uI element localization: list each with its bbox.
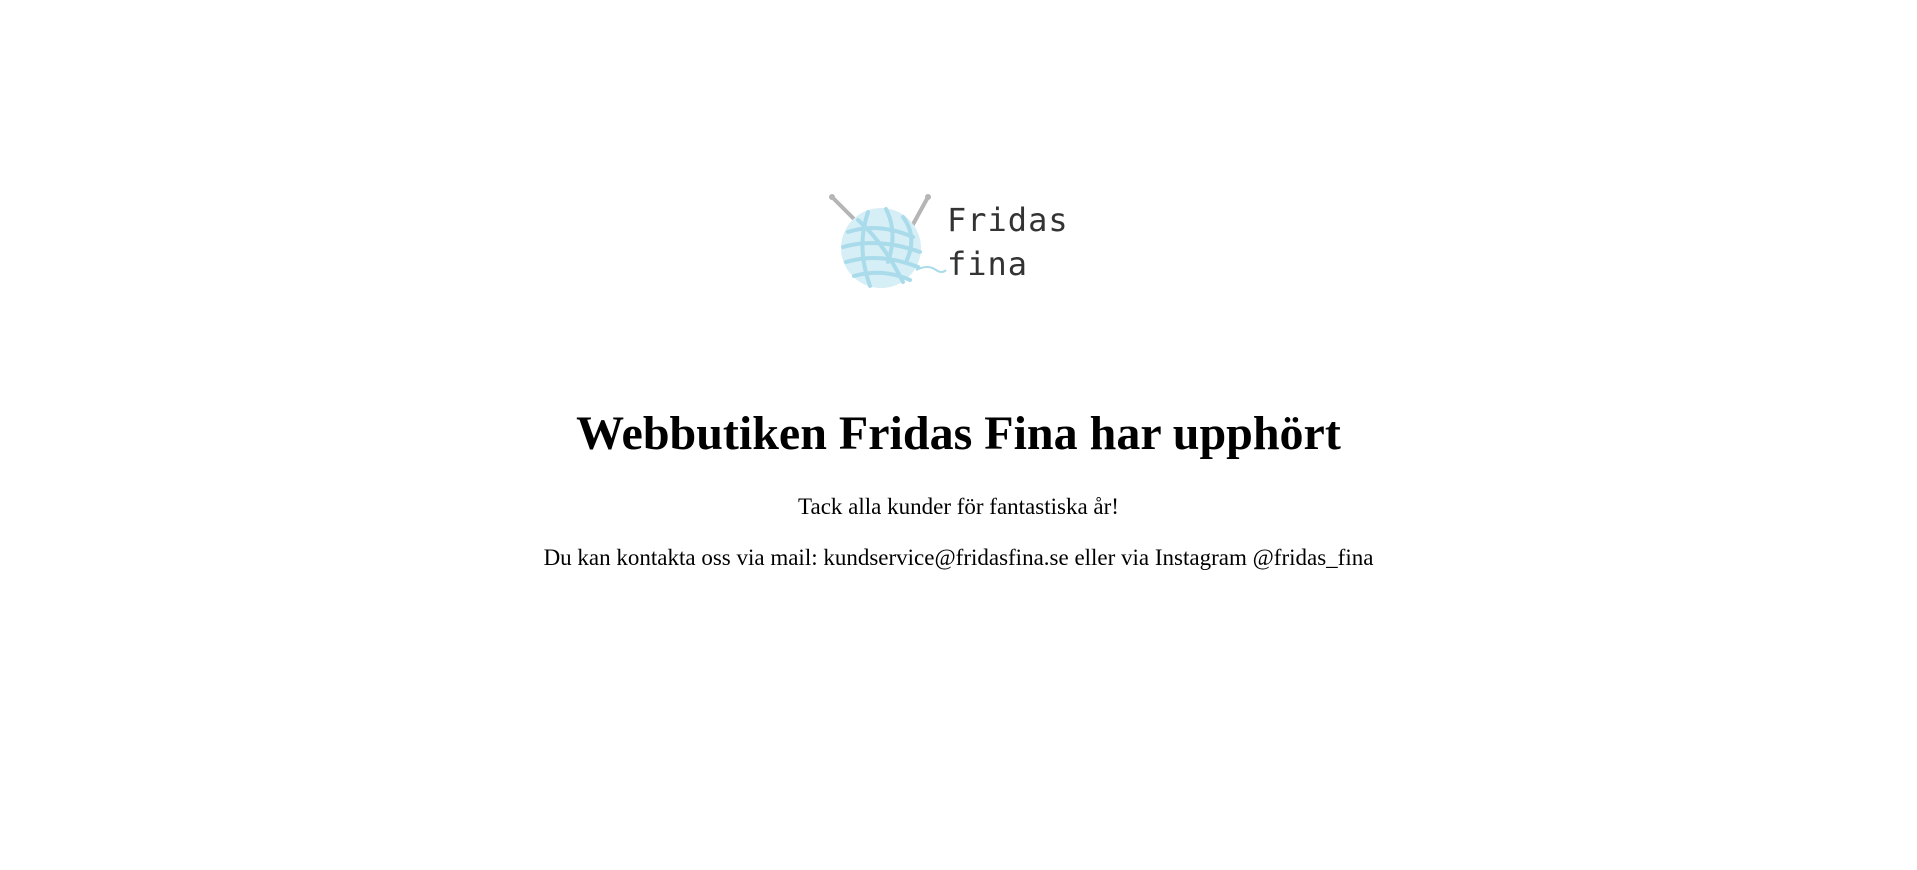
page-title: Webbutiken Fridas Fina har upphört (576, 407, 1341, 460)
logo-line-1: Fridas (947, 201, 1069, 239)
logo: Fridas fina (828, 192, 1090, 298)
yarn-ball-icon (829, 194, 947, 288)
logo-line-2: fina (947, 245, 1029, 283)
contact-text: Du kan kontakta oss via mail: kundservic… (543, 545, 1374, 570)
page: Fridas fina Webbutiken Fridas Fina har u… (0, 0, 1917, 870)
thanks-text: Tack alla kunder för fantastiska år! (798, 494, 1119, 519)
logo-wordmark: Fridas fina (947, 198, 1069, 286)
